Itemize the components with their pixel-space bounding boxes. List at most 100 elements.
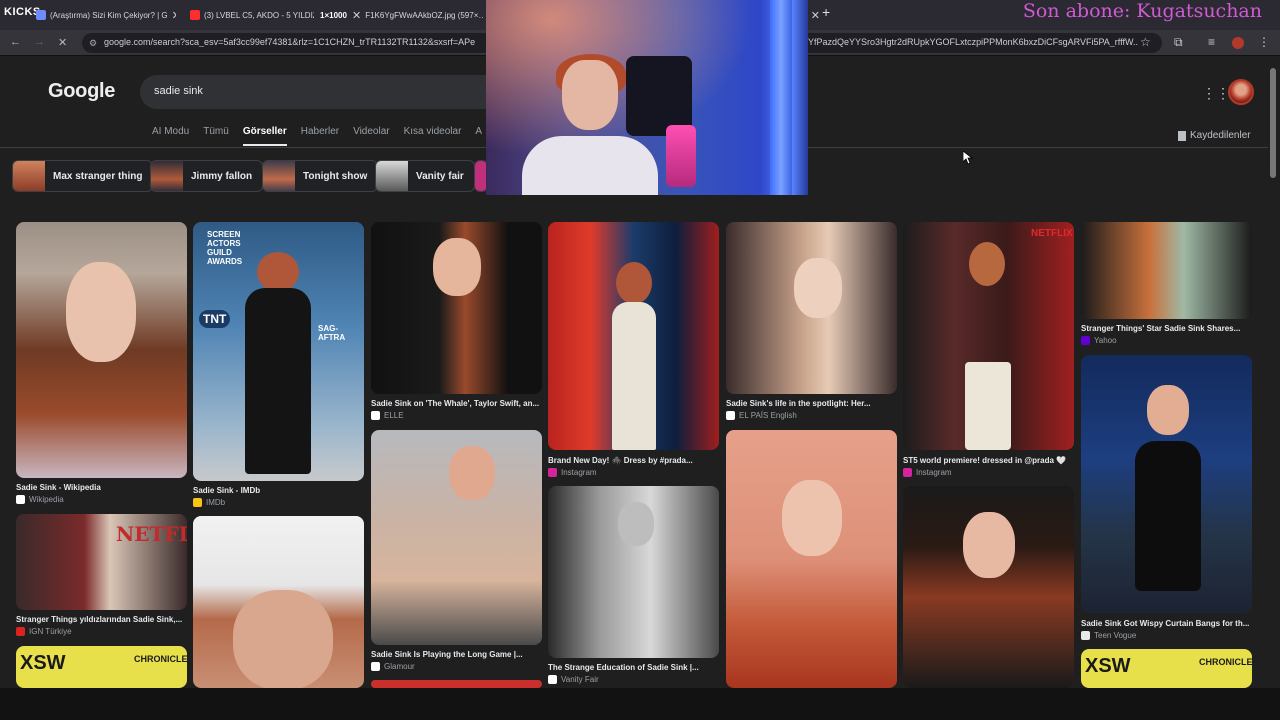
result-card[interactable] [193, 516, 364, 688]
result-card[interactable]: XSW CHRONICLE [1081, 649, 1252, 688]
result-card[interactable]: Sadie Sink Got Wispy Curtain Bangs for t… [1081, 355, 1252, 643]
profile-avatar-icon[interactable] [1232, 37, 1244, 49]
result-caption[interactable]: Sadie Sink's life in the spotlight: Her.… [726, 399, 897, 408]
tab-videos[interactable]: Videolar [353, 126, 390, 146]
result-card[interactable]: Brand New Day! 🕷️ Dress by #prada... Ins… [548, 222, 719, 479]
mouse-cursor-icon [963, 151, 973, 165]
result-source[interactable]: EL PAÍS English [726, 411, 797, 420]
result-image[interactable] [726, 222, 897, 394]
new-tab-button[interactable]: + [822, 4, 830, 20]
result-source[interactable]: ELLE [371, 411, 404, 420]
chip-tonight-show[interactable]: Tonight show [262, 160, 379, 192]
tab-short-videos[interactable]: Kısa videolar [404, 126, 462, 146]
result-caption[interactable]: Sadie Sink - IMDb [193, 486, 364, 495]
webcam-overlay [486, 0, 808, 195]
result-image[interactable] [903, 486, 1074, 688]
chip-max-stranger-thing[interactable]: Max stranger thing [12, 160, 154, 192]
result-source[interactable]: Teen Vogue [1081, 631, 1136, 640]
site-info-icon[interactable]: ⚙ [89, 38, 99, 48]
result-caption[interactable]: Sadie Sink Got Wispy Curtain Bangs for t… [1081, 619, 1252, 628]
tab-more[interactable]: A [475, 126, 482, 146]
result-image[interactable]: XSW CHRONICLE [1081, 649, 1252, 688]
google-logo[interactable]: Google [48, 80, 115, 103]
result-source[interactable]: Yahoo [1081, 336, 1117, 345]
result-card[interactable]: Sadie Sink's life in the spotlight: Her.… [726, 222, 897, 426]
chip-jimmy-fallon[interactable]: Jimmy fallon [150, 160, 264, 192]
result-image-skirt [965, 362, 1011, 450]
result-caption[interactable]: Sadie Sink - Wikipedia [16, 483, 187, 492]
result-image[interactable] [193, 516, 364, 688]
bookmark-star-icon[interactable]: ☆ [1140, 35, 1151, 49]
result-card[interactable]: Stranger Things' Star Sadie Sink Shares.… [1081, 222, 1252, 348]
result-image[interactable]: XSW CHRONICLE [16, 646, 187, 688]
forward-arrow-icon[interactable]: → [34, 36, 45, 48]
chip-vanity-fair[interactable]: Vanity fair [375, 160, 475, 192]
tab-close-icon[interactable]: ✕ [811, 9, 820, 22]
stop-loading-icon[interactable]: ✕ [58, 36, 67, 49]
result-source[interactable]: IMDb [193, 498, 225, 507]
tab-images[interactable]: Görseller [242, 126, 287, 146]
vanity-fair-icon [548, 675, 557, 684]
tab-close-icon[interactable]: ✕ [168, 9, 176, 22]
saved-button[interactable]: Kaydedilenler [1178, 130, 1251, 141]
tab-ai-mode[interactable]: AI Modu [152, 126, 189, 146]
result-card[interactable]: The Strange Education of Sadie Sink |...… [548, 486, 719, 688]
yahoo-icon [1081, 336, 1090, 345]
result-card[interactable] [903, 486, 1074, 688]
result-image[interactable]: NETFLIX [903, 222, 1074, 450]
stream-overlay-last-subscriber: Son abone: Kugatsuchan [1022, 0, 1262, 22]
result-image[interactable] [548, 486, 719, 658]
result-image-face [618, 502, 654, 546]
result-card[interactable]: Sadie Sink - Wikipedia Wikipedia [16, 222, 187, 510]
browser-tab-1[interactable]: (Araştırma) Sizi Kim Çekiyor? | G ✕ [36, 4, 176, 26]
result-card[interactable]: Sadie Sink on 'The Whale', Taylor Swift,… [371, 222, 542, 426]
result-source[interactable]: Instagram [548, 468, 597, 477]
page-scrollbar-thumb[interactable] [1270, 68, 1276, 178]
result-image[interactable] [371, 222, 542, 394]
tab-all[interactable]: Tümü [203, 126, 229, 146]
result-source[interactable]: Instagram [903, 468, 952, 477]
result-image[interactable] [726, 430, 897, 688]
browser-tab-4[interactable]: ✕ F1K6YgFWwAAkbOZ.jpg (597×… [352, 4, 484, 26]
result-source[interactable]: Wikipedia [16, 495, 64, 504]
result-source[interactable]: Vanity Fair [548, 675, 599, 684]
browser-tab-2[interactable]: (3) LVBEL C5, AKDO - 5 YILDIZ [190, 4, 314, 26]
result-caption[interactable]: ST5 world premiere! dressed in @prada 🤍 [903, 456, 1074, 465]
result-image[interactable]: NETFLIX [16, 514, 187, 610]
result-caption[interactable]: Stranger Things yıldızlarından Sadie Sin… [16, 615, 187, 624]
extensions-icon[interactable]: ⧉ [1174, 35, 1183, 50]
result-card[interactable]: NETFLIX ST5 world premiere! dressed in @… [903, 222, 1074, 480]
result-image[interactable]: SCREEN ACTORS GUILD AWARDS TNT SAG-AFTRA [193, 222, 364, 481]
search-query-text: sadie sink [154, 85, 203, 97]
microphone [666, 125, 696, 187]
result-caption[interactable]: Sadie Sink on 'The Whale', Taylor Swift,… [371, 399, 542, 408]
result-card[interactable]: Sadie Sink Is Playing the Long Game |...… [371, 430, 542, 674]
result-image[interactable] [371, 430, 542, 645]
result-card[interactable]: SCREEN ACTORS GUILD AWARDS TNT SAG-AFTRA… [193, 222, 364, 510]
tab-news[interactable]: Haberler [301, 126, 339, 146]
result-caption[interactable]: Stranger Things' Star Sadie Sink Shares.… [1081, 324, 1252, 333]
result-card[interactable]: NETFLIX Stranger Things yıldızlarından S… [16, 514, 187, 640]
tab-close-icon[interactable]: ✕ [352, 9, 361, 22]
result-image[interactable] [1081, 222, 1252, 319]
result-caption[interactable]: The Strange Education of Sadie Sink |... [548, 663, 719, 672]
result-card[interactable]: XSW CHRONICLE [16, 646, 187, 688]
result-caption[interactable]: Brand New Day! 🕷️ Dress by #prada... [548, 456, 719, 465]
account-avatar[interactable] [1228, 79, 1254, 105]
result-caption[interactable]: Sadie Sink Is Playing the Long Game |... [371, 650, 542, 659]
result-image-face [433, 238, 481, 296]
menu-kebab-icon[interactable]: ⋮ [1258, 35, 1270, 49]
back-arrow-icon[interactable]: ← [10, 36, 21, 48]
browser-tab-close-active[interactable]: ✕ [810, 4, 820, 26]
result-image[interactable] [371, 680, 542, 688]
result-card[interactable] [726, 430, 897, 688]
result-source[interactable]: Glamour [371, 662, 415, 671]
result-card[interactable] [371, 680, 542, 688]
tab-title: (Araştırma) Sizi Kim Çekiyor? | G [50, 10, 168, 20]
result-image[interactable] [16, 222, 187, 478]
reading-list-icon[interactable]: ≡ [1208, 35, 1215, 49]
search-input[interactable]: sadie sink [140, 75, 500, 109]
result-image[interactable] [548, 222, 719, 450]
result-source[interactable]: IGN Türkiye [16, 627, 72, 636]
result-image[interactable] [1081, 355, 1252, 613]
